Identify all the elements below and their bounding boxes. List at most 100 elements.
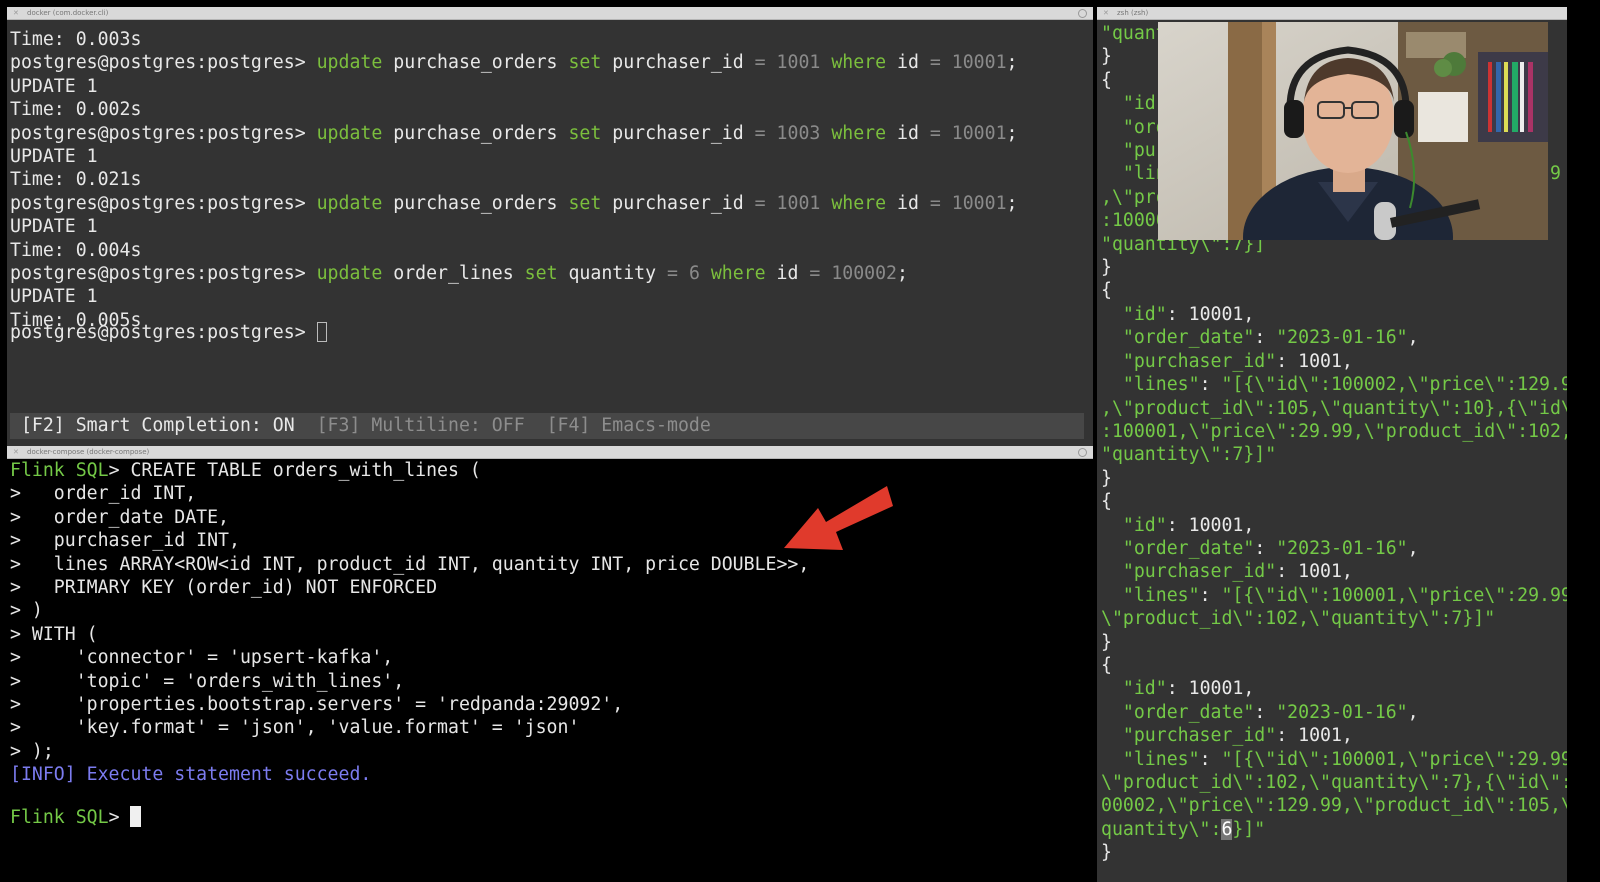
terminal-text: : 1001,: [1276, 725, 1353, 747]
kcat-output-line: "purchaser_id": 1001,: [1101, 350, 1567, 373]
terminal-text: > 'properties.bootstrap.servers' = 'redp…: [10, 694, 624, 716]
kcat-output-line: "id": 10001,: [1101, 514, 1567, 537]
kcat-output-line: "purchaser_id": 1001,: [1101, 724, 1567, 747]
kcat-output-line: "quantity\":7}]": [1101, 443, 1567, 466]
flink-window-titlebar[interactable]: ✕ docker-compose (docker-compose): [7, 446, 1093, 459]
psql-output-line: UPDATE 1: [10, 145, 1017, 168]
terminal-text: "order_date": [1122, 537, 1255, 559]
terminal-text: > order_id INT,: [10, 483, 197, 505]
kcat-output-line: "id": 10001,: [1101, 303, 1567, 326]
flink-current-prompt-line[interactable]: Flink SQL>: [10, 805, 142, 829]
kcat-output-line: \"product_id\":102,\"quantity\":7},{\"id…: [1101, 771, 1567, 794]
terminal-cursor: [316, 322, 327, 343]
psql-output-line: postgres@postgres:postgres> update purch…: [10, 192, 1017, 215]
webcam-image: [1158, 22, 1548, 240]
kcat-output-line: "purchaser_id": 1001,: [1101, 560, 1567, 583]
kcat-output-line: "id": 10001,: [1101, 677, 1567, 700]
terminal-text: purchaser_id: [601, 52, 755, 74]
terminal-text: quantity\":: [1101, 818, 1222, 840]
terminal-text: "purchaser_id": [1122, 725, 1277, 747]
terminal-text: purchaser_id: [601, 122, 755, 144]
terminal-text: :: [1254, 701, 1277, 723]
terminal-text: 10001: [951, 52, 1007, 74]
terminal-text: "quant: [1101, 23, 1167, 44]
terminal-text: set: [568, 52, 602, 74]
close-icon[interactable]: ✕: [13, 7, 19, 19]
terminal-text: Time: 0.004s: [10, 239, 142, 261]
terminal-text: > 'topic' = 'orders_with_lines',: [10, 670, 405, 692]
terminal-text: where: [831, 192, 887, 214]
terminal-text: 1001: [776, 192, 821, 214]
terminal-text: : 10001,: [1166, 303, 1255, 325]
terminal-text: UPDATE 1: [10, 216, 98, 238]
terminal-text: > 'connector' = 'upsert-kafka',: [10, 647, 394, 669]
terminal-text: ;: [897, 263, 908, 285]
psql-window-titlebar[interactable]: ✕ docker (com.docker.cli): [7, 7, 1093, 20]
terminal-text: "id": [1122, 514, 1167, 536]
terminal-text: quantity: [557, 263, 668, 285]
psql-current-prompt-line[interactable]: postgres@postgres:postgres>: [10, 321, 327, 344]
terminal-text: purchase_orders: [382, 122, 569, 144]
terminal-text: :: [1199, 748, 1222, 770]
terminal-text: =: [929, 122, 941, 144]
terminal-text: update: [316, 263, 383, 285]
terminal-text: "id": [1122, 303, 1167, 325]
psql-output-line: Time: 0.003s: [10, 28, 1017, 51]
flink-sql-terminal-pane[interactable]: ✕ docker-compose (docker-compose) Flink …: [7, 446, 1093, 882]
kcat-output-line: }: [1101, 467, 1567, 490]
terminal-text: "[{\"id\":100002,\"price\":129.99: [1221, 374, 1567, 396]
flink-output-line: [INFO] Execute statement succeed.: [10, 763, 809, 786]
flink-output-line: > order_date DATE,: [10, 506, 809, 529]
terminal-text: > 'key.format' = 'json', 'value.format' …: [10, 717, 580, 739]
terminal-cursor: [130, 805, 142, 827]
psql-output-line: postgres@postgres:postgres> update purch…: [10, 51, 1017, 74]
close-icon[interactable]: ✕: [13, 446, 19, 458]
window-zoom-icon[interactable]: [1078, 9, 1087, 18]
flink-output-line: > 'connector' = 'upsert-kafka',: [10, 646, 809, 669]
terminal-text: > purchaser_id INT,: [10, 530, 240, 552]
terminal-text: =: [754, 52, 766, 74]
flink-output-line: > ): [10, 599, 809, 622]
terminal-text: : 10001,: [1166, 514, 1255, 536]
terminal-text: Flink SQL: [10, 460, 109, 481]
kcat-window-titlebar[interactable]: ✕ zsh (zsh): [1097, 7, 1567, 20]
close-icon[interactable]: ✕: [1103, 7, 1109, 19]
terminal-text: : 1001,: [1276, 561, 1353, 583]
terminal-text: postgres@postgres:postgres>: [10, 192, 317, 214]
window-zoom-icon[interactable]: [1078, 448, 1087, 457]
terminal-text: postgres@postgres:postgres>: [10, 52, 317, 74]
kcat-output-line: }: [1101, 256, 1567, 279]
flink-output-line: > 'topic' = 'orders_with_lines',: [10, 670, 809, 693]
kcat-output-line: 00002,\"price\":129.99,\"product_id\":10…: [1101, 794, 1567, 817]
terminal-text: set: [568, 122, 602, 144]
terminal-text: ,: [1407, 537, 1419, 559]
terminal-text: }: [1101, 46, 1112, 68]
terminal-text: Time: 0.021s: [10, 169, 142, 191]
terminal-text: 10001: [951, 122, 1007, 144]
terminal-text: > WITH (: [10, 623, 98, 645]
flink-prompt-label: Flink SQL: [10, 806, 109, 828]
red-arrow-annotation: [784, 486, 893, 550]
terminal-text: id: [886, 192, 930, 214]
terminal-text: ,\"pro: [1101, 186, 1167, 208]
terminal-text: "2023-01-16": [1276, 327, 1408, 349]
psql-output-line: UPDATE 1: [10, 215, 1017, 238]
flink-output-line: > purchaser_id INT,: [10, 529, 809, 552]
psql-output-line: UPDATE 1: [10, 75, 1017, 98]
terminal-text: "2023-01-16": [1276, 537, 1408, 559]
psql-terminal-pane[interactable]: ✕ docker (com.docker.cli) Time: 0.003s po…: [7, 7, 1093, 446]
kcat-output-line: {: [1101, 490, 1567, 513]
terminal-text: "id": [1122, 678, 1167, 700]
